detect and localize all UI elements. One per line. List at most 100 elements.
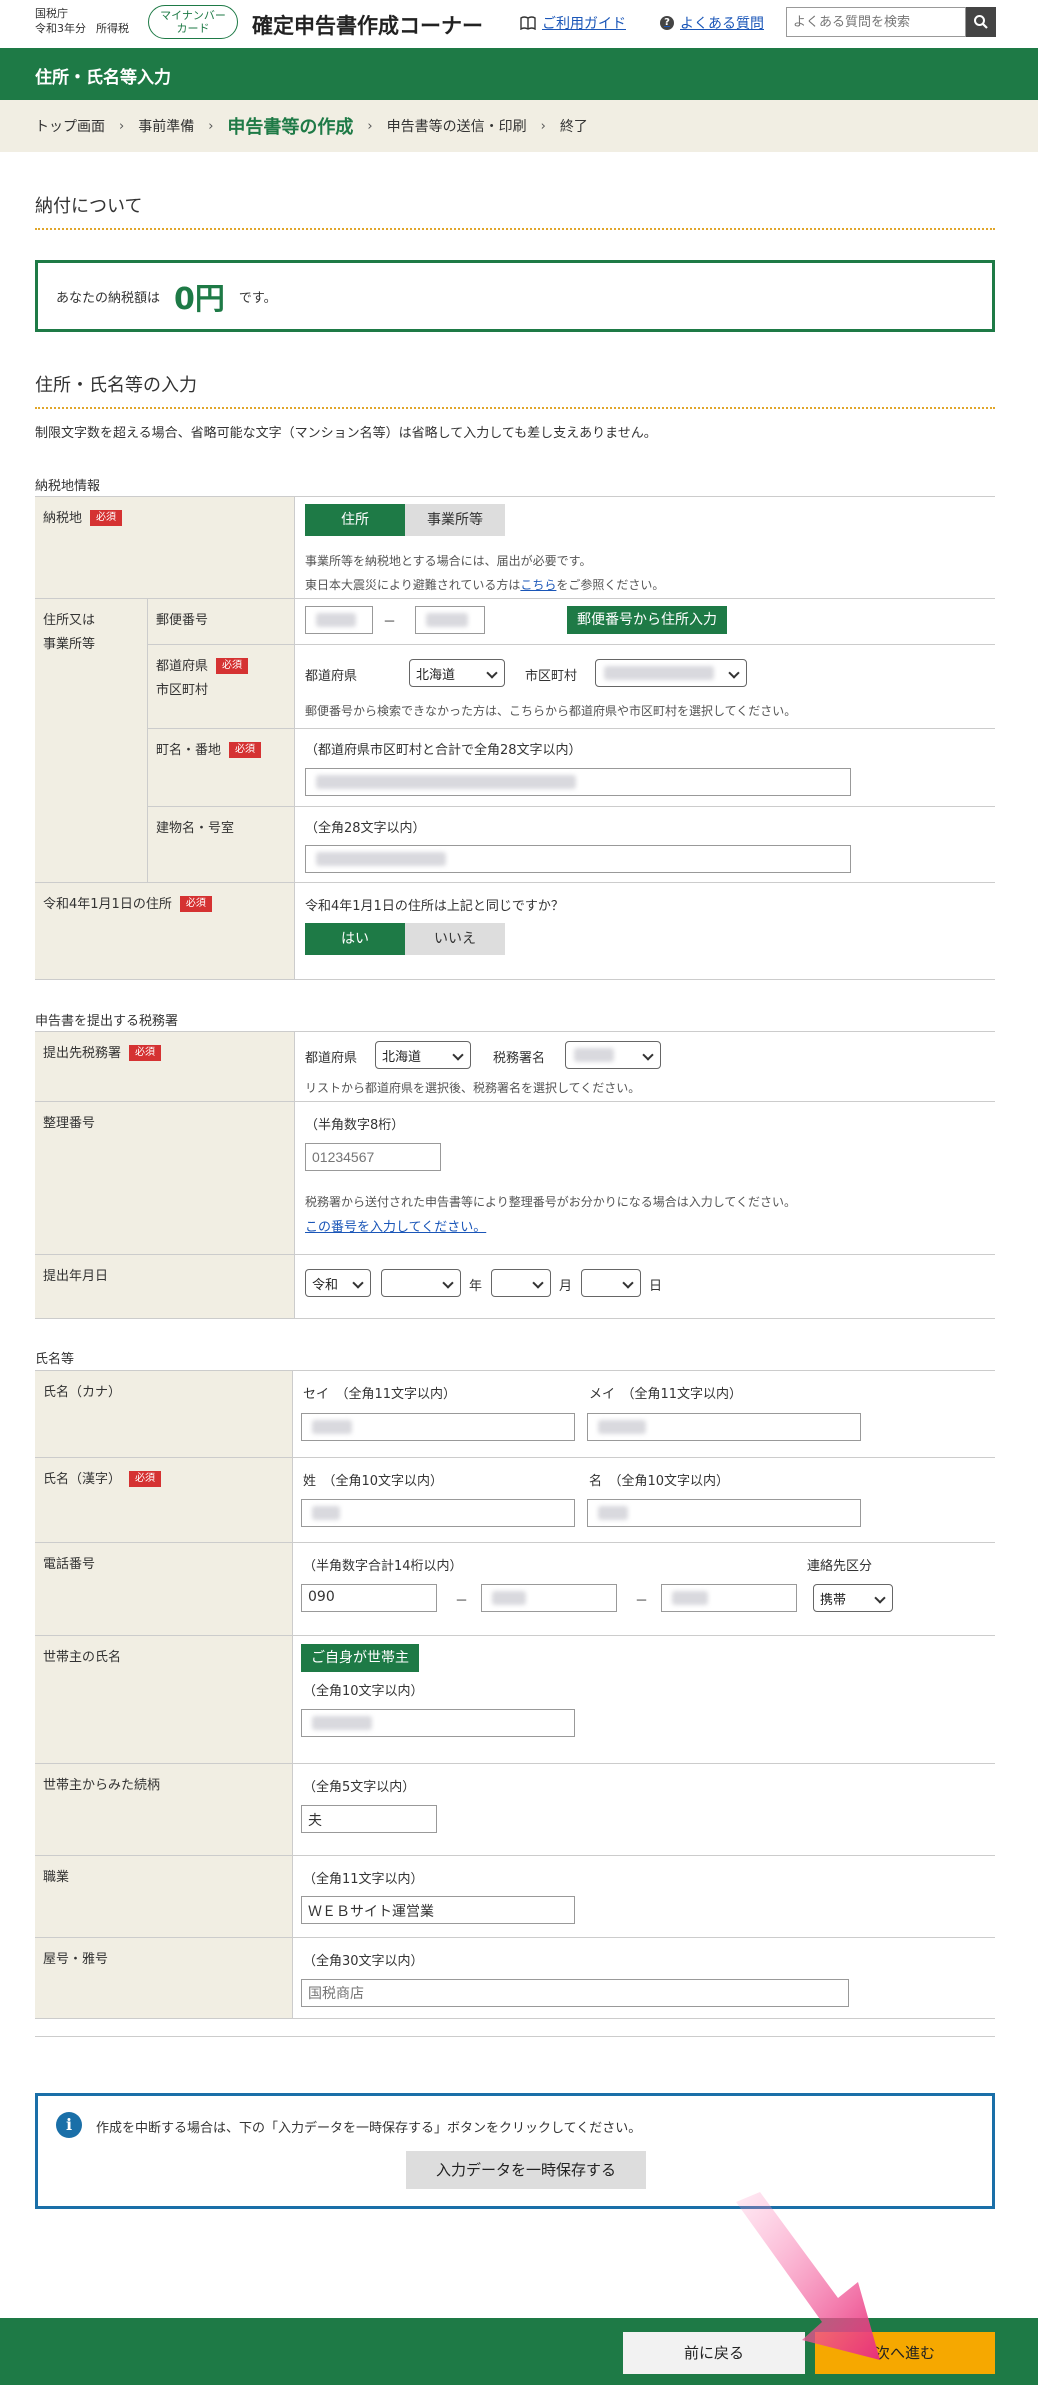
- city-label: 市区町村: [156, 683, 209, 698]
- refugee-info-link[interactable]: こちら: [520, 578, 556, 592]
- row-relation: 世帯主からみた続柄 （全角5文字以内） 夫: [35, 1764, 995, 1856]
- jan1-toggle: はい いいえ: [305, 923, 505, 955]
- town-input[interactable]: [305, 768, 851, 796]
- chevron-right-icon: ›: [208, 118, 214, 134]
- address-note: 制限文字数を超える場合、省略可能な文字（マンション名等）は省略して入力しても差し…: [35, 426, 657, 441]
- question-icon: ?: [660, 16, 674, 30]
- self-household-head-button[interactable]: ご自身が世帯主: [301, 1644, 419, 1672]
- building-label: 建物名・号室: [147, 807, 295, 882]
- tax-office-table: 提出先税務署 必須 都道府県 北海道 税務署名 リストから都道府県を選択後、税務署…: [35, 1031, 995, 1319]
- office-prefecture-select[interactable]: 北海道: [375, 1041, 471, 1069]
- sei-kanji-input[interactable]: [301, 1499, 575, 1527]
- date-label: 提出年月日: [35, 1255, 295, 1318]
- nozeichi-note1: 事業所等を納税地とする場合には、届出が必要です。: [305, 554, 592, 568]
- tax-office-select[interactable]: [565, 1041, 661, 1069]
- jan1-question: 令和4年1月1日の住所は上記と同じですか？: [305, 899, 564, 914]
- search-icon: [974, 15, 988, 29]
- required-badge: 必須: [179, 896, 212, 912]
- required-badge: 必須: [129, 1045, 162, 1061]
- temp-save-button[interactable]: 入力データを一時保存する: [406, 2151, 646, 2189]
- toggle-address[interactable]: 住所: [305, 504, 405, 536]
- nozeichi-label: 納税地: [43, 511, 83, 526]
- row-nozeichi: 納税地 必須 住所 事業所等 事業所等を納税地とする場合には、届出が必要です。 東…: [35, 497, 995, 599]
- breadcrumb-end: 終了: [559, 119, 588, 135]
- day-select[interactable]: [581, 1269, 641, 1297]
- breadcrumb-top: トップ画面: [35, 119, 105, 135]
- info-icon: i: [56, 2112, 82, 2138]
- address-group-label: 住所又は 事業所等: [35, 599, 147, 883]
- book-icon: [520, 16, 536, 30]
- postal-lookup-button[interactable]: 郵便番号から住所入力: [567, 606, 727, 634]
- head-label: 世帯主の氏名: [35, 1636, 293, 1763]
- mynumber-card-badge[interactable]: マイナンバー カード: [148, 5, 238, 39]
- month-select[interactable]: [491, 1269, 551, 1297]
- postal-code-1[interactable]: [305, 606, 373, 634]
- row-kana-name: 氏名（カナ） セイ （全角11文字以内） メイ （全角11文字以内）: [35, 1371, 995, 1458]
- brand-block: 国税庁 令和3年分 所得税: [35, 6, 139, 36]
- tax-amount: 0円: [174, 282, 225, 317]
- relation-input[interactable]: 夫: [301, 1805, 437, 1833]
- save-info-box: i 作成を中断する場合は、下の「入力データを一時保存する」ボタンをクリックしてく…: [35, 2093, 995, 2209]
- toggle-office[interactable]: 事業所等: [405, 504, 505, 536]
- phone-part1-input[interactable]: 090: [301, 1584, 437, 1612]
- search-input[interactable]: [786, 7, 966, 37]
- row-postal: 郵便番号 － 郵便番号から住所入力: [147, 599, 995, 645]
- postal-code-2[interactable]: [415, 606, 485, 634]
- payment-title: 納付について: [35, 192, 995, 230]
- top-header: 国税庁 令和3年分 所得税 マイナンバー カード 確定申告書作成コーナー ご利用ガ…: [0, 0, 1038, 48]
- mei-kanji-input[interactable]: [587, 1499, 861, 1527]
- search-button[interactable]: [966, 7, 996, 37]
- back-button[interactable]: 前に戻る: [623, 2332, 805, 2374]
- tax-amount-box: あなたの納税額は 0円 です。: [35, 260, 995, 332]
- mei-kana-input[interactable]: [587, 1413, 861, 1441]
- required-badge: 必須: [90, 510, 123, 526]
- trade-label: 屋号・雅号: [35, 1938, 293, 2018]
- row-submit-date: 提出年月日 令和 年 月 日: [35, 1255, 995, 1319]
- footer-bar: 前に戻る 次へ進む: [0, 2318, 1038, 2385]
- household-head-input[interactable]: [301, 1709, 575, 1737]
- row-office: 提出先税務署 必須 都道府県 北海道 税務署名 リストから都道府県を選択後、税務署…: [35, 1032, 995, 1102]
- tax-office-group-label: 申告書を提出する税務署: [35, 1014, 179, 1029]
- chevron-right-icon: ›: [540, 118, 546, 134]
- year-select[interactable]: [381, 1269, 461, 1297]
- city-select[interactable]: [595, 659, 747, 687]
- sei-kana-input[interactable]: [301, 1413, 575, 1441]
- phone-part3-input[interactable]: [661, 1584, 797, 1612]
- ref-note: 税務署から送付された申告書等により整理番号がお分かりになる場合は入力してください…: [305, 1195, 797, 1209]
- prefecture-select[interactable]: 北海道: [409, 659, 505, 687]
- tax-year: 令和3年分: [35, 22, 86, 35]
- reference-number-input[interactable]: [305, 1143, 441, 1171]
- town-label: 町名・番地: [156, 743, 222, 758]
- tax-place-group-label: 納税地情報: [35, 479, 101, 494]
- era-select[interactable]: 令和: [305, 1269, 371, 1297]
- row-occupation: 職業 （全角11文字以内） ＷＥＢサイト運営業: [35, 1856, 995, 1938]
- faq-search: [786, 7, 996, 37]
- job-label: 職業: [35, 1856, 293, 1937]
- trade-name-input[interactable]: [301, 1979, 849, 2007]
- name-table: 氏名（カナ） セイ （全角11文字以内） メイ （全角11文字以内） 氏名（漢字…: [35, 1370, 995, 2019]
- phone-part2-input[interactable]: [481, 1584, 617, 1612]
- guide-link[interactable]: ご利用ガイド: [520, 13, 626, 33]
- pref-label: 都道府県: [156, 659, 209, 674]
- jan1-label: 令和4年1月1日の住所: [43, 897, 172, 912]
- row-town: 町名・番地 必須 （都道府県市区町村と合計で全角28文字以内）: [147, 729, 995, 807]
- faq-link[interactable]: ? よくある質問: [660, 13, 764, 33]
- next-button[interactable]: 次へ進む: [815, 2332, 995, 2374]
- row-phone: 電話番号 （半角数字合計14桁以内） 連絡先区分 090 － － 携帯: [35, 1543, 995, 1636]
- office-note: リストから都道府県を選択後、税務署名を選択してください。: [305, 1081, 641, 1095]
- agency-name: 国税庁: [35, 7, 68, 20]
- nozeichi-note2: 東日本大震災により避難されている方はこちらをご参照ください。: [305, 578, 665, 592]
- jan1-no[interactable]: いいえ: [405, 923, 505, 955]
- breadcrumb-prep: 事前準備: [138, 119, 195, 135]
- page-heading: 住所・氏名等入力: [0, 48, 1038, 100]
- ref-number-link[interactable]: この番号を入力してください。: [305, 1216, 486, 1235]
- row-jan1-address: 令和4年1月1日の住所 必須 令和4年1月1日の住所は上記と同じですか？ はい い…: [35, 883, 995, 980]
- jan1-yes[interactable]: はい: [305, 923, 405, 955]
- building-input[interactable]: [305, 845, 851, 873]
- occupation-input[interactable]: ＷＥＢサイト運営業: [301, 1896, 575, 1924]
- breadcrumb-current: 申告書等の作成: [227, 117, 354, 138]
- ref-label: 整理番号: [35, 1102, 295, 1254]
- phone-type-select[interactable]: 携帯: [813, 1584, 893, 1612]
- required-badge: 必須: [129, 1471, 162, 1487]
- chevron-right-icon: ›: [119, 118, 125, 134]
